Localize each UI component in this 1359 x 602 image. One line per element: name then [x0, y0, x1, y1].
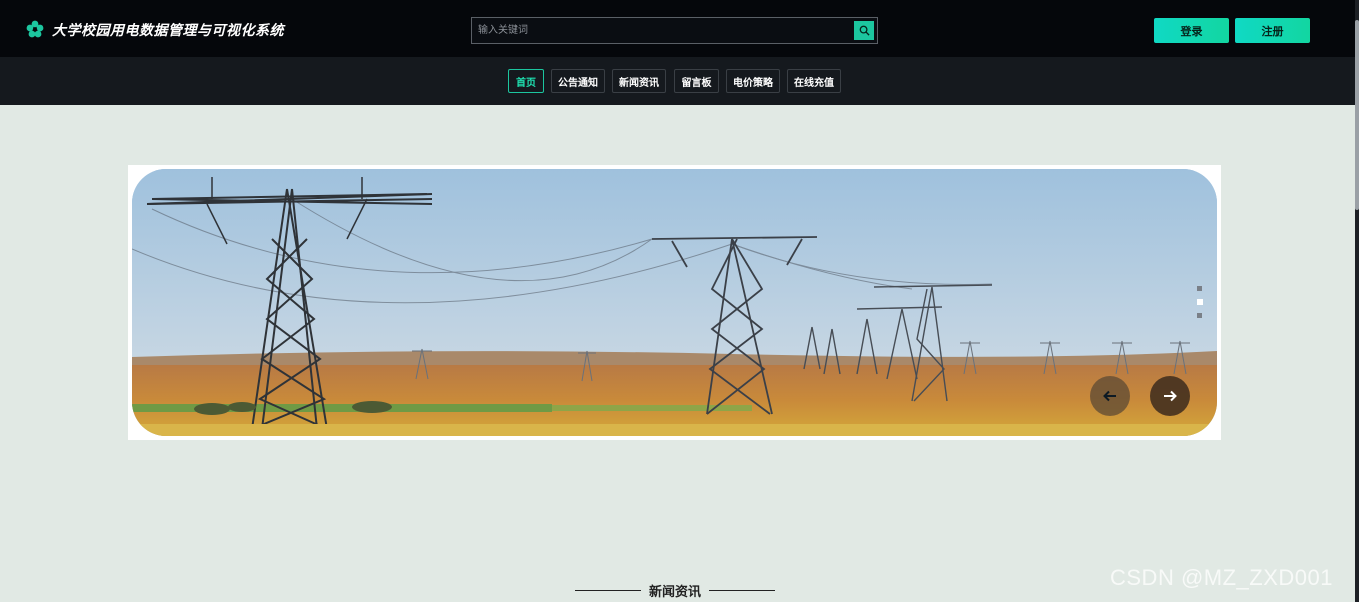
nav-item-announcements[interactable]: 公告通知	[551, 69, 605, 93]
arrow-left-icon	[1103, 390, 1116, 402]
nav-item-pricing[interactable]: 电价策略	[726, 69, 780, 93]
nav-item-home[interactable]: 首页	[508, 69, 544, 93]
heading-divider-right	[709, 589, 776, 591]
main-nav: 首页 公告通知 新闻资讯 留言板 电价策略 在线充值	[0, 57, 1359, 105]
nav-item-recharge[interactable]: 在线充值	[787, 69, 841, 93]
nav-item-news[interactable]: 新闻资讯	[612, 69, 666, 93]
nav-item-message-board[interactable]: 留言板	[674, 69, 719, 93]
site-title[interactable]: 大学校园用电数据管理与可视化系统	[52, 20, 284, 40]
search-icon	[859, 25, 870, 36]
page-scrollbar[interactable]	[1355, 0, 1359, 602]
carousel-dot-active[interactable]	[1197, 299, 1203, 305]
heading-divider-left	[575, 589, 641, 591]
news-section-title: 新闻资讯	[649, 584, 702, 600]
carousel-indicators	[1197, 286, 1203, 326]
scroll-thumb[interactable]	[1355, 20, 1359, 210]
search-input[interactable]	[472, 18, 852, 43]
csdn-watermark: CSDN @MZ_ZXD001	[1110, 565, 1333, 590]
power-lines-photo	[132, 169, 1217, 436]
login-button[interactable]: 登录	[1154, 18, 1229, 43]
arrow-right-icon	[1164, 390, 1177, 402]
carousel-dot[interactable]	[1197, 286, 1202, 291]
register-button[interactable]: 注册	[1235, 18, 1310, 43]
search-button[interactable]	[854, 21, 874, 40]
carousel-dot[interactable]	[1197, 313, 1202, 318]
banner-image[interactable]	[132, 169, 1217, 436]
carousel-prev-button[interactable]	[1090, 376, 1130, 416]
flower-logo-icon[interactable]	[26, 20, 44, 38]
carousel-next-button[interactable]	[1150, 376, 1190, 416]
search-box	[471, 17, 878, 44]
top-header: 大学校园用电数据管理与可视化系统 登录 注册	[0, 0, 1359, 57]
news-section-heading: 新闻资讯	[575, 580, 776, 600]
banner-carousel	[128, 165, 1221, 440]
